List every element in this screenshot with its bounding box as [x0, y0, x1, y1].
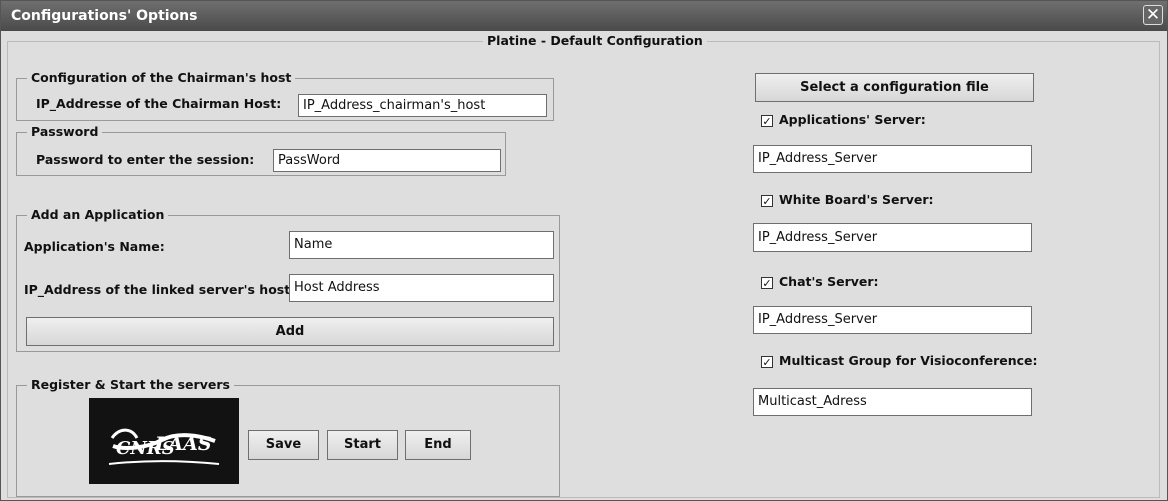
- password-input[interactable]: PassWord: [273, 149, 501, 172]
- application-name-input[interactable]: Name: [289, 231, 554, 259]
- titlebar[interactable]: Configurations' Options ✕: [1, 1, 1167, 31]
- chat-server-checkbox[interactable]: ✓ Chat's Server:: [761, 274, 879, 289]
- select-configuration-file-button[interactable]: Select a configuration file: [755, 73, 1034, 102]
- chairman-legend: Configuration of the Chairman's host: [27, 70, 296, 85]
- add-application-group: Add an Application Application's Name: N…: [16, 207, 560, 352]
- password-group: Password Password to enter the session: …: [16, 124, 506, 176]
- chat-server-label: Chat's Server:: [779, 274, 879, 289]
- multicast-address-input[interactable]: Multicast_Adress: [753, 388, 1032, 416]
- password-legend: Password: [27, 124, 103, 139]
- checkbox-checked-icon: ✓: [761, 355, 773, 369]
- applications-server-input[interactable]: IP_Address_Server: [753, 145, 1032, 173]
- close-icon[interactable]: ✕: [1143, 5, 1163, 25]
- window-title: Configurations' Options: [11, 8, 198, 24]
- white-board-server-checkbox[interactable]: ✓ White Board's Server:: [761, 192, 934, 207]
- multicast-group-checkbox[interactable]: ✓ Multicast Group for Visioconference:: [761, 353, 1038, 368]
- applications-server-checkbox[interactable]: ✓ Applications' Server:: [761, 112, 926, 127]
- white-board-server-label: White Board's Server:: [779, 192, 934, 207]
- application-name-label: Application's Name:: [24, 239, 165, 254]
- chairman-ip-input[interactable]: IP_Address_chairman's_host: [298, 94, 547, 117]
- main-panel: Platine - Default Configuration Configur…: [3, 32, 1164, 500]
- register-legend: Register & Start the servers: [27, 377, 234, 392]
- add-application-legend: Add an Application: [27, 207, 169, 222]
- start-button[interactable]: Start: [327, 430, 398, 460]
- svg-text:LAAS: LAAS: [154, 433, 212, 455]
- multicast-group-label: Multicast Group for Visioconference:: [779, 353, 1038, 368]
- checkbox-checked-icon: ✓: [761, 114, 773, 128]
- default-configuration-title: Platine - Default Configuration: [483, 33, 707, 48]
- password-label: Password to enter the session:: [36, 152, 255, 167]
- add-application-button[interactable]: Add: [26, 317, 554, 346]
- end-button[interactable]: End: [405, 430, 471, 460]
- applications-server-label: Applications' Server:: [779, 112, 926, 127]
- chairman-ip-label: IP_Addresse of the Chairman Host:: [36, 96, 282, 111]
- checkbox-checked-icon: ✓: [761, 194, 773, 208]
- configuration-options-window: Configurations' Options ✕ Platine - Defa…: [0, 0, 1168, 501]
- save-button[interactable]: Save: [248, 430, 319, 460]
- checkbox-checked-icon: ✓: [761, 276, 773, 290]
- cnrs-laas-logo: CNRS LAAS: [89, 398, 239, 484]
- chat-server-input[interactable]: IP_Address_Server: [753, 306, 1032, 334]
- white-board-server-input[interactable]: IP_Address_Server: [753, 223, 1032, 252]
- application-ip-input[interactable]: Host Address: [289, 274, 554, 302]
- application-ip-label: IP_Address of the linked server's host:: [24, 282, 296, 297]
- chairman-group: Configuration of the Chairman's host IP_…: [16, 70, 554, 121]
